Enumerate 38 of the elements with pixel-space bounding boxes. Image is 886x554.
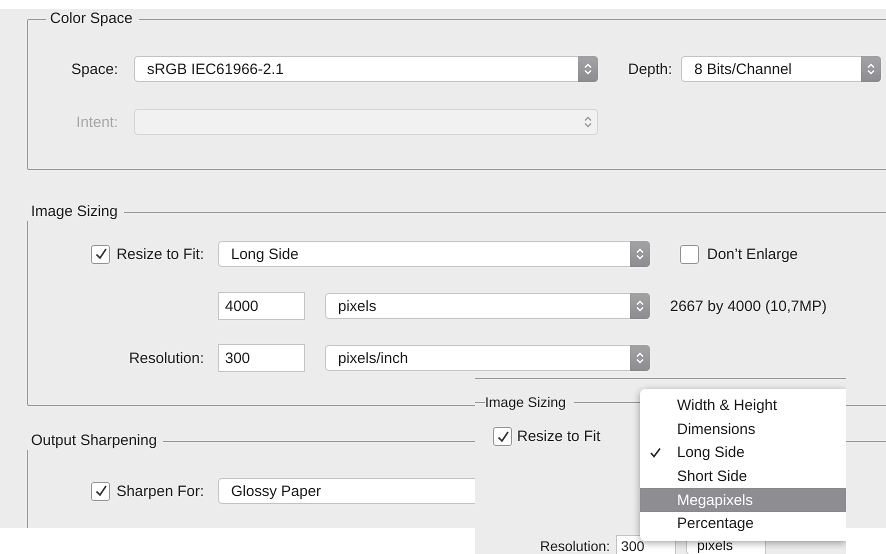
unit-dropdown[interactable]: pixels <box>325 293 650 319</box>
field-label: Intent: <box>75 114 118 130</box>
checkmark-icon <box>496 430 510 444</box>
group-title: Output Sharpening <box>30 432 158 450</box>
resolution-input[interactable]: 300 <box>218 344 305 372</box>
checkbox-label: Don’t Enlarge <box>707 246 798 262</box>
checkbox[interactable] <box>493 427 512 446</box>
checkbox[interactable] <box>91 244 110 264</box>
checkbox-label: Resize to Fit <box>517 428 600 445</box>
result-text: 2667 by 4000 (10,7MP) <box>670 298 827 314</box>
field-label: Resolution: <box>128 350 204 366</box>
field-label: Resolution: <box>540 538 610 554</box>
field-label: Space: <box>70 60 118 78</box>
resolution-unit-dropdown[interactable]: pixels/inch <box>325 345 650 371</box>
checkbox-label: Resize to Fit: <box>116 246 204 262</box>
stepper-icon <box>861 56 882 82</box>
stepper-icon <box>630 345 650 371</box>
size-input[interactable]: 4000 <box>218 292 305 320</box>
menu-item[interactable]: Long Side <box>640 441 846 465</box>
group-title: Color Space <box>49 10 134 28</box>
space-dropdown[interactable]: sRGB IEC61966-2.1 <box>134 56 598 82</box>
menu-item[interactable]: Percentage <box>640 512 846 536</box>
checkbox[interactable] <box>680 244 699 264</box>
checkmark-icon <box>94 247 108 261</box>
stepper-icon <box>630 293 650 319</box>
menu-item[interactable]: Dimensions <box>640 418 846 442</box>
checkbox[interactable] <box>91 482 110 500</box>
group-title: Image Sizing <box>30 203 119 221</box>
checkbox-label: Sharpen For: <box>116 482 204 500</box>
stepper-icon <box>578 56 598 82</box>
depth-dropdown[interactable]: 8 Bits/Channel <box>681 56 882 82</box>
group-title: Image Sizing <box>485 394 574 410</box>
resize-dropdown[interactable]: Long Side <box>218 241 650 267</box>
checkmark-icon <box>650 447 661 458</box>
menu-item[interactable]: Width & Height <box>640 394 846 418</box>
checkmark-icon <box>94 484 108 498</box>
stepper-icon <box>630 241 650 267</box>
field-label: Depth: <box>628 60 672 78</box>
